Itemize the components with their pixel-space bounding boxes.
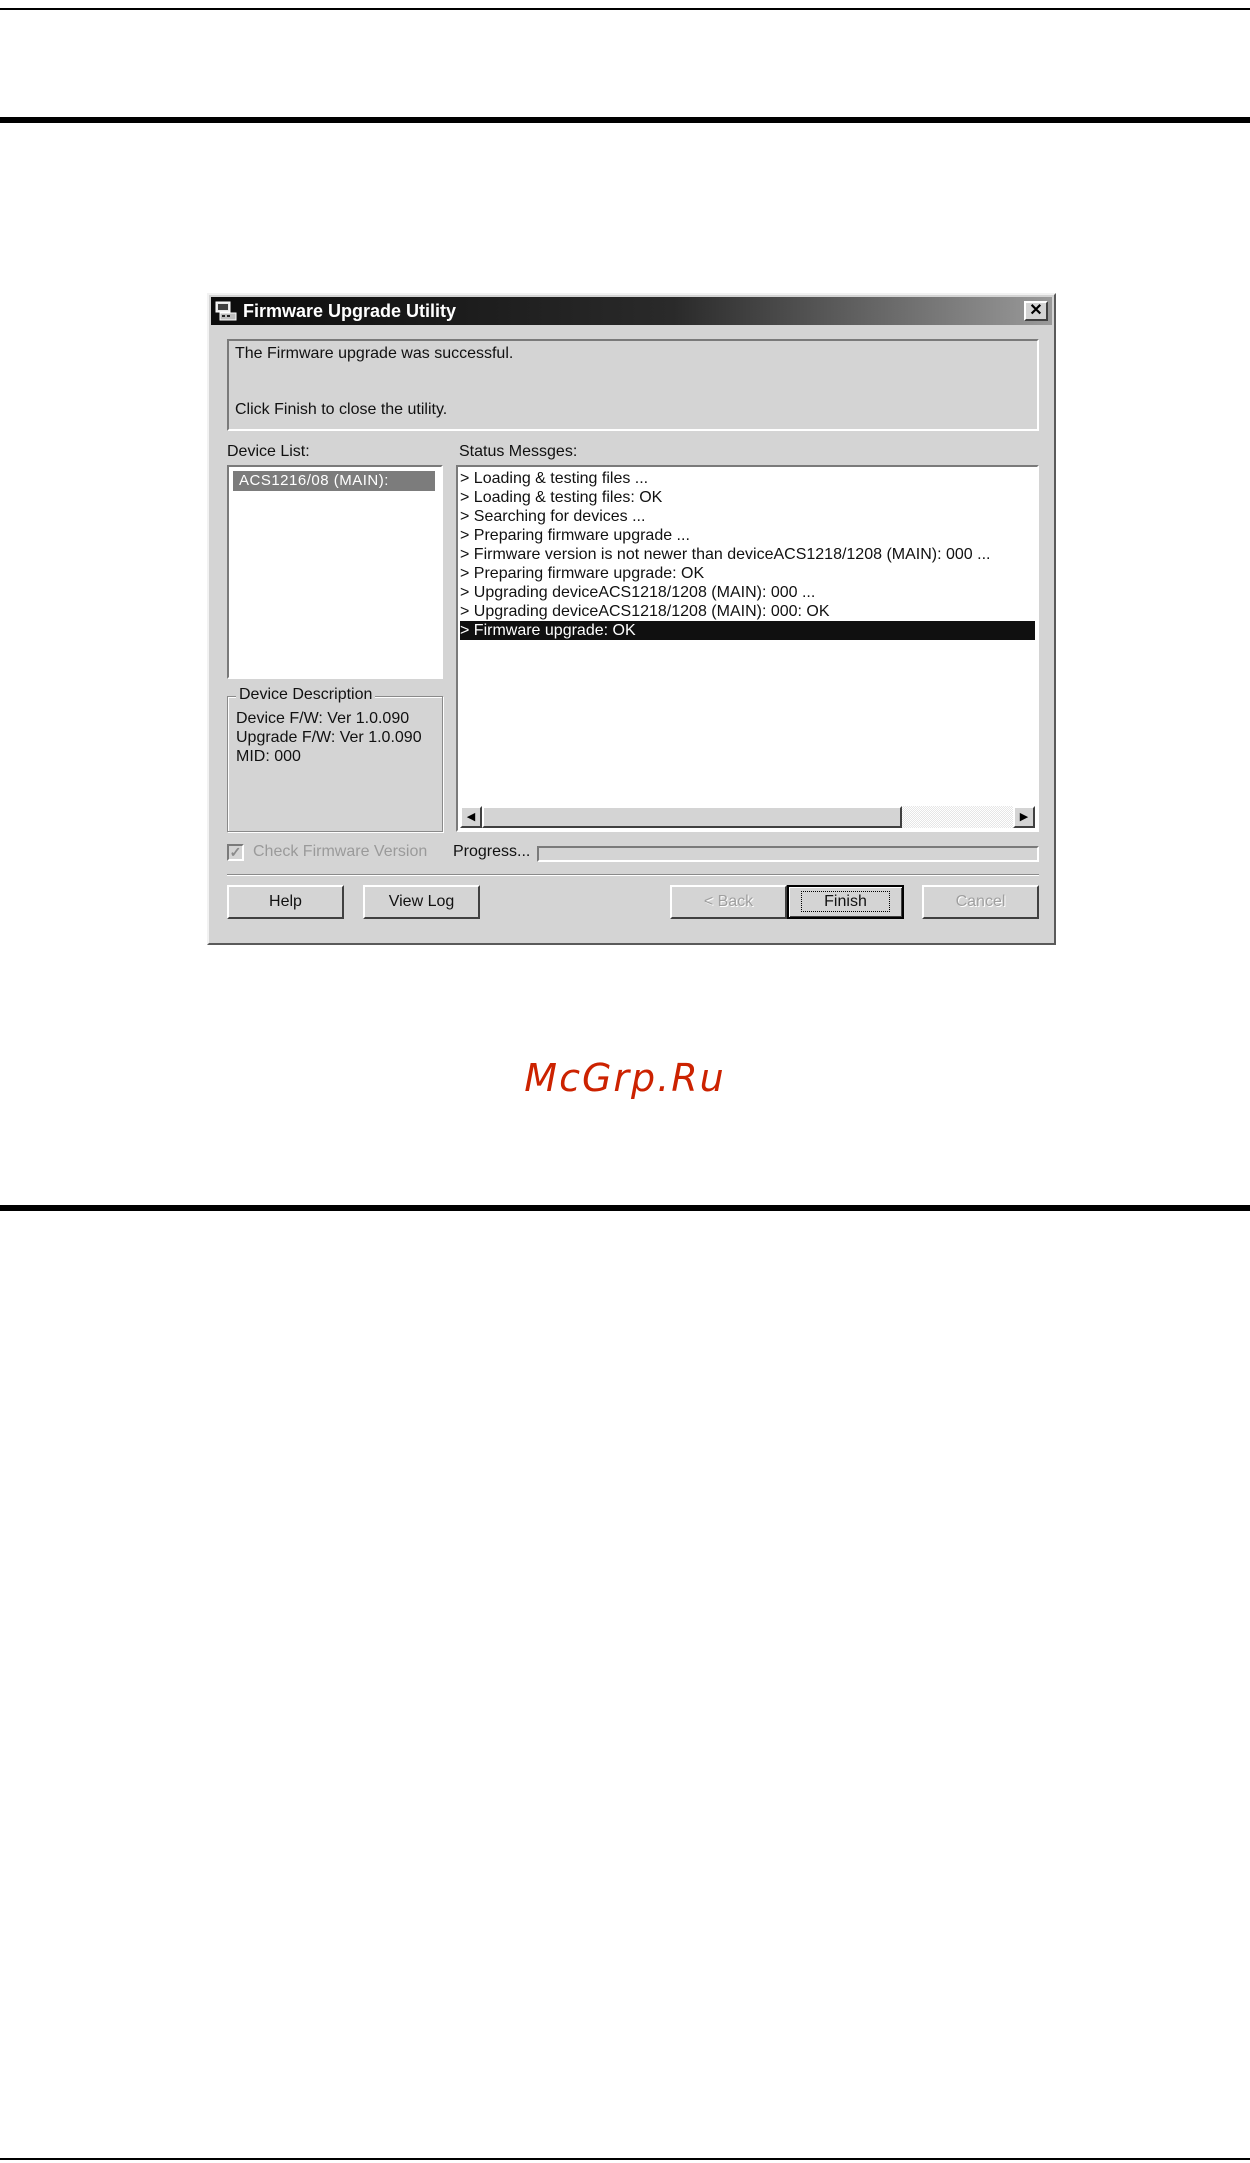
device-list-item[interactable]: ACS1216/08 (MAIN):: [233, 471, 435, 491]
check-firmware-checkbox[interactable]: ✓: [227, 844, 244, 861]
view-log-button[interactable]: View Log: [363, 885, 480, 919]
window-title: Firmware Upgrade Utility: [243, 301, 457, 321]
footer-rule: [0, 1205, 1250, 1211]
device-description-group: Device Description Device F/W: Ver 1.0.0…: [227, 686, 443, 832]
message-panel: The Firmware upgrade was successful. Cli…: [227, 339, 1039, 431]
status-line[interactable]: > Upgrading deviceACS1218/1208 (MAIN): 0…: [460, 602, 1035, 621]
status-line[interactable]: > Loading & testing files ...: [460, 469, 1035, 488]
success-message: The Firmware upgrade was successful.: [235, 345, 514, 362]
device-description-title: Device Description: [236, 686, 376, 704]
status-line[interactable]: > Upgrading deviceACS1218/1208 (MAIN): 0…: [460, 583, 1035, 602]
progress-label: Progress...: [453, 843, 531, 860]
progress-bar: [537, 846, 1039, 862]
help-button[interactable]: Help: [227, 885, 344, 919]
close-icon[interactable]: ✕: [1024, 301, 1048, 321]
status-line-selected[interactable]: > Firmware upgrade: OK: [460, 621, 1035, 640]
scroll-thumb[interactable]: [482, 806, 902, 828]
status-line[interactable]: > Loading & testing files: OK: [460, 488, 1035, 507]
app-computer-icon: [215, 301, 237, 321]
status-line[interactable]: > Searching for devices ...: [460, 507, 1035, 526]
device-list[interactable]: ACS1216/08 (MAIN):: [227, 465, 443, 679]
cancel-button[interactable]: Cancel: [922, 885, 1039, 919]
back-button[interactable]: < Back: [670, 885, 787, 919]
status-line[interactable]: > Preparing firmware upgrade ...: [460, 526, 1035, 545]
finish-button-label: Finish: [801, 891, 890, 912]
status-messages-label: Status Messges:: [459, 443, 578, 460]
status-messages-list[interactable]: > Loading & testing files ... > Loading …: [456, 465, 1039, 832]
scroll-left-icon[interactable]: ◀: [460, 806, 482, 828]
horizontal-scrollbar[interactable]: ◀ ▶: [460, 806, 1035, 828]
device-mid: MID: 000: [236, 748, 301, 765]
watermark-text: McGrp.Ru: [524, 1056, 726, 1100]
finish-instruction: Click Finish to close the utility.: [235, 401, 448, 418]
title-bar[interactable]: Firmware Upgrade Utility ✕: [211, 297, 1052, 325]
device-fw-version: Device F/W: Ver 1.0.090: [236, 710, 410, 727]
bottom-rule: [0, 2158, 1250, 2160]
device-list-label: Device List:: [227, 443, 310, 460]
scroll-right-icon[interactable]: ▶: [1013, 806, 1035, 828]
finish-button[interactable]: Finish: [787, 885, 904, 919]
status-line[interactable]: > Preparing firmware upgrade: OK: [460, 564, 1035, 583]
upgrade-fw-version: Upgrade F/W: Ver 1.0.090: [236, 729, 422, 746]
check-firmware-label: Check Firmware Version: [253, 843, 428, 860]
top-rule: [0, 8, 1250, 10]
button-separator: [227, 874, 1039, 876]
status-line[interactable]: > Firmware version is not newer than dev…: [460, 545, 1035, 564]
header-rule: [0, 117, 1250, 123]
firmware-upgrade-window: Firmware Upgrade Utility ✕ The Firmware …: [207, 293, 1056, 945]
